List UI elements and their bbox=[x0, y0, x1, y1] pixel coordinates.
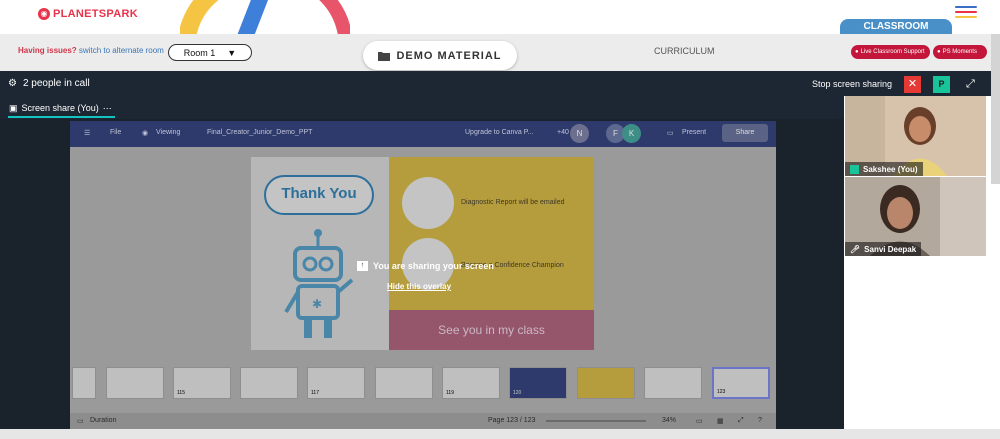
thumb-number: 117 bbox=[311, 390, 319, 396]
zoom-slider[interactable] bbox=[546, 420, 646, 422]
more-options-icon[interactable]: ⋯ bbox=[103, 103, 112, 114]
canva-viewing[interactable]: Viewing bbox=[156, 129, 180, 136]
participant-name: Sanvi Deepak bbox=[864, 244, 917, 254]
live-support-label: Live Classroom Support bbox=[860, 49, 925, 55]
video-tile-sakshee[interactable]: Sakshee (You) bbox=[845, 96, 986, 176]
screen-share-tab[interactable]: ▣ Screen share (You) ⋯ bbox=[9, 103, 112, 114]
slide-thumbnail[interactable] bbox=[240, 367, 298, 399]
camera-icon: ● bbox=[937, 49, 941, 55]
mic-icon: 🎤︎ bbox=[850, 244, 861, 254]
classroom-tab[interactable]: CLASSROOM bbox=[840, 19, 952, 35]
slide-thumbnail[interactable] bbox=[72, 367, 96, 399]
slide-thumbnail[interactable] bbox=[644, 367, 702, 399]
report-badge-icon bbox=[402, 177, 454, 229]
hide-overlay-link[interactable]: Hide this overlay bbox=[387, 282, 451, 291]
thank-you-bubble: Thank You bbox=[264, 175, 374, 215]
see-you-banner: See you in my class bbox=[389, 310, 594, 350]
slide-thumbnail[interactable]: 115 bbox=[173, 367, 231, 399]
slide-thumbnail[interactable]: 117 bbox=[307, 367, 365, 399]
notes-icon[interactable]: ▭ bbox=[696, 417, 703, 425]
switch-room-link[interactable]: switch to alternate room bbox=[79, 46, 164, 55]
bottom-bar bbox=[0, 429, 1000, 439]
support-icon: ● bbox=[855, 49, 859, 55]
robot-icon: ✱ bbox=[284, 229, 354, 338]
planet-icon: ◉ bbox=[38, 8, 50, 20]
hamburger-menu-icon[interactable] bbox=[955, 6, 977, 18]
duration-icon: ▭ bbox=[77, 418, 84, 425]
participant-p-button[interactable]: P bbox=[933, 76, 950, 93]
issues-notice: Having issues? switch to alternate room bbox=[18, 46, 164, 55]
present-icon: ▭ bbox=[667, 130, 674, 137]
avatar-k[interactable]: K bbox=[622, 124, 641, 143]
people-count[interactable]: ⚙ 2 people in call bbox=[8, 78, 90, 89]
issues-text: Having issues? bbox=[18, 46, 77, 55]
sharing-overlay-title: You are sharing your screen bbox=[373, 261, 494, 271]
slide-thumbnail[interactable] bbox=[375, 367, 433, 399]
slide-thumbnail[interactable] bbox=[577, 367, 635, 399]
fullscreen-icon[interactable]: ⤢ bbox=[966, 78, 975, 91]
folder-icon bbox=[378, 51, 391, 61]
people-count-label: 2 people in call bbox=[22, 78, 90, 89]
stop-share-close-button[interactable]: ✕ bbox=[904, 76, 921, 93]
live-support-button[interactable]: ● Live Classroom Support bbox=[851, 45, 930, 59]
share-tab-bar bbox=[0, 96, 844, 119]
canva-doc-name[interactable]: Final_Creator_Junior_Demo_PPT bbox=[207, 129, 312, 136]
participant-name-bar: Sakshee (You) bbox=[845, 162, 923, 176]
screen-icon: ▣ bbox=[9, 103, 18, 113]
canva-present[interactable]: Present bbox=[682, 129, 706, 136]
slide-thumbnails: 115 117 119 120 123 bbox=[72, 367, 777, 402]
planetspark-logo[interactable]: ◉ PLANETSPARK bbox=[38, 6, 138, 22]
page-scrollbar[interactable] bbox=[991, 34, 1000, 184]
thumb-number: 120 bbox=[513, 390, 522, 396]
video-tile-sanvi[interactable]: 🎤︎ Sanvi Deepak bbox=[845, 177, 986, 256]
room-select[interactable]: Room 1 ▼ bbox=[168, 44, 252, 61]
thumb-number: 115 bbox=[177, 390, 185, 396]
thumb-number: 119 bbox=[446, 390, 454, 396]
participant-name: Sakshee (You) bbox=[863, 164, 918, 174]
canva-share-button[interactable]: Share bbox=[722, 124, 768, 142]
canva-upgrade[interactable]: Upgrade to Canva P... bbox=[465, 129, 533, 136]
page-indicator: Page 123 / 123 bbox=[488, 417, 536, 424]
duration-label[interactable]: Duration bbox=[90, 417, 116, 424]
canva-menu-icon[interactable]: ☰ bbox=[84, 129, 90, 137]
curriculum-tab[interactable]: CURRICULUM bbox=[654, 46, 715, 56]
ps-moments-button[interactable]: ● PS Moments bbox=[933, 45, 987, 59]
grid-view-icon[interactable]: ▦ bbox=[717, 417, 724, 425]
sharing-overlay: ↑ You are sharing your screen bbox=[357, 261, 494, 271]
zoom-level: 34% bbox=[662, 417, 677, 424]
slide-thumbnail[interactable] bbox=[106, 367, 164, 399]
slide-line-1: Diagnostic Report will be emailed bbox=[461, 199, 565, 206]
active-tab-underline bbox=[8, 116, 115, 118]
eye-icon: ◉ bbox=[142, 130, 149, 137]
slide-thumbnail[interactable]: 119 bbox=[442, 367, 500, 399]
slide-thumbnail-current[interactable]: 123 bbox=[712, 367, 770, 399]
avatar-n[interactable]: N bbox=[570, 124, 589, 143]
stop-screen-sharing-label[interactable]: Stop screen sharing bbox=[812, 79, 892, 89]
svg-text:✱: ✱ bbox=[312, 297, 322, 311]
help-icon[interactable]: ? bbox=[758, 417, 762, 424]
demo-material-label: DEMO MATERIAL bbox=[396, 49, 502, 62]
mic-icon bbox=[850, 164, 859, 174]
caret-down-icon: ▼ bbox=[227, 47, 237, 58]
demo-material-button[interactable]: DEMO MATERIAL bbox=[363, 41, 517, 70]
expand-icon[interactable]: ⤢ bbox=[738, 417, 744, 425]
share-screen-icon: ↑ bbox=[357, 261, 368, 271]
canva-file-menu[interactable]: File bbox=[110, 129, 121, 136]
ps-moments-label: PS Moments bbox=[942, 49, 977, 55]
room-selected: Room 1 bbox=[183, 47, 216, 58]
collaborator-count: +40 bbox=[557, 129, 569, 136]
screen-share-label: Screen share (You) bbox=[21, 103, 99, 113]
logo-text: PLANETSPARK bbox=[53, 8, 138, 20]
thumb-number: 123 bbox=[717, 389, 726, 395]
participant-name-bar: 🎤︎ Sanvi Deepak bbox=[845, 242, 922, 256]
slide-thumbnail[interactable]: 120 bbox=[509, 367, 567, 399]
gear-icon[interactable]: ⚙ bbox=[8, 78, 17, 89]
